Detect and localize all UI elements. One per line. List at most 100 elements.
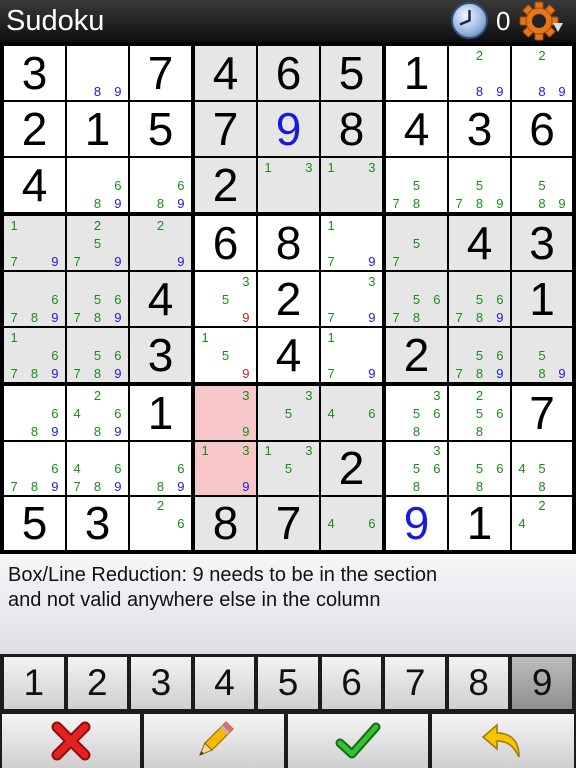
- sudoku-cell[interactable]: 8: [195, 497, 256, 550]
- sudoku-cell[interactable]: 6 789: [4, 442, 65, 495]
- sudoku-cell[interactable]: 1 7 9: [321, 328, 382, 382]
- sudoku-cell[interactable]: 29: [130, 216, 191, 270]
- sudoku-cell[interactable]: 2 568: [449, 386, 510, 440]
- sudoku-cell[interactable]: 4: [195, 46, 256, 100]
- sudoku-cell[interactable]: 2: [4, 102, 65, 156]
- clock-icon[interactable]: [451, 2, 488, 39]
- sudoku-cell[interactable]: 3: [512, 216, 572, 270]
- sudoku-cell[interactable]: 578: [386, 158, 447, 212]
- number-key-4[interactable]: 4: [194, 657, 255, 709]
- sudoku-cell[interactable]: 3: [130, 328, 191, 382]
- sudoku-cell[interactable]: 3: [67, 497, 128, 550]
- number-key-3[interactable]: 3: [131, 657, 191, 709]
- number-key-7[interactable]: 7: [385, 657, 445, 709]
- sudoku-cell[interactable]: 1 6 789: [4, 328, 65, 382]
- sudoku-cell[interactable]: 57: [386, 216, 447, 270]
- sudoku-cell[interactable]: 1 7 9: [321, 216, 382, 270]
- gear-icon[interactable]: [519, 1, 565, 41]
- sudoku-cell[interactable]: 13: [258, 158, 319, 212]
- sudoku-cell[interactable]: 5: [321, 46, 382, 100]
- pencil-button[interactable]: [144, 714, 284, 768]
- sudoku-cell[interactable]: 2: [321, 442, 382, 495]
- sudoku-cell[interactable]: 8: [258, 216, 319, 270]
- sudoku-cell[interactable]: 3 7 9: [321, 272, 382, 326]
- sudoku-cell[interactable]: 56 789: [67, 328, 128, 382]
- sudoku-cell[interactable]: 9: [258, 102, 319, 156]
- sudoku-cell[interactable]: 89: [67, 46, 128, 100]
- sudoku-cell[interactable]: 46: [321, 497, 382, 550]
- sudoku-cell[interactable]: 1 35: [258, 442, 319, 495]
- sudoku-cell[interactable]: 3: [449, 102, 510, 156]
- sudoku-cell[interactable]: 24: [512, 497, 572, 550]
- sudoku-cell[interactable]: 56 789: [67, 272, 128, 326]
- confirm-button[interactable]: [288, 714, 428, 768]
- number-key-8[interactable]: 8: [448, 657, 509, 709]
- sudoku-cell[interactable]: 3: [4, 46, 65, 100]
- sudoku-cell[interactable]: 4 6 789: [67, 442, 128, 495]
- sudoku-cell[interactable]: 7: [258, 497, 319, 550]
- number-key-9[interactable]: 9: [512, 657, 572, 709]
- sudoku-cell[interactable]: 568: [449, 442, 510, 495]
- sudoku-cell[interactable]: 5: [4, 497, 65, 550]
- sudoku-cell[interactable]: 1: [512, 272, 572, 326]
- sudoku-cell[interactable]: 5789: [449, 158, 510, 212]
- pencil-mark: 9: [242, 423, 250, 439]
- number-key-1[interactable]: 1: [4, 657, 64, 709]
- sudoku-cell[interactable]: 2 89: [449, 46, 510, 100]
- sudoku-cell[interactable]: 4: [130, 272, 191, 326]
- sudoku-cell[interactable]: 1: [67, 102, 128, 156]
- sudoku-cell[interactable]: 24 689: [67, 386, 128, 440]
- sudoku-cell[interactable]: 1 3 9: [195, 442, 256, 495]
- sudoku-cell[interactable]: 7: [195, 102, 256, 156]
- sudoku-cell[interactable]: 5 89: [512, 158, 572, 212]
- given-digit: 8: [275, 217, 302, 269]
- sudoku-cell[interactable]: 1: [130, 386, 191, 440]
- sudoku-cell[interactable]: 3568: [386, 386, 447, 440]
- sudoku-cell[interactable]: 45 8: [512, 442, 572, 495]
- sudoku-cell[interactable]: 2 57 9: [67, 216, 128, 270]
- sudoku-cell[interactable]: 8: [321, 102, 382, 156]
- sudoku-cell[interactable]: 6 789: [4, 272, 65, 326]
- sudoku-cell[interactable]: 1: [449, 497, 510, 550]
- sudoku-cell[interactable]: 6: [258, 46, 319, 100]
- sudoku-cell[interactable]: 6: [512, 102, 572, 156]
- sudoku-cell[interactable]: 2 89: [512, 46, 572, 100]
- sudoku-cell[interactable]: 7: [130, 46, 191, 100]
- sudoku-cell[interactable]: 1 7 9: [4, 216, 65, 270]
- delete-button[interactable]: [2, 714, 140, 768]
- sudoku-cell[interactable]: 4: [386, 102, 447, 156]
- sudoku-cell[interactable]: 26: [130, 497, 191, 550]
- sudoku-cell[interactable]: 35: [258, 386, 319, 440]
- sudoku-cell[interactable]: 56 789: [449, 272, 510, 326]
- sudoku-cell[interactable]: 4: [449, 216, 510, 270]
- sudoku-cell[interactable]: 6: [195, 216, 256, 270]
- sudoku-cell[interactable]: 39: [195, 386, 256, 440]
- sudoku-cell[interactable]: 4: [258, 328, 319, 382]
- sudoku-cell[interactable]: 2: [386, 328, 447, 382]
- sudoku-cell[interactable]: 3568: [386, 442, 447, 495]
- sudoku-cell[interactable]: 56 78: [386, 272, 447, 326]
- sudoku-cell[interactable]: 689: [130, 442, 191, 495]
- number-key-2[interactable]: 2: [67, 657, 128, 709]
- sudoku-cell[interactable]: 159: [195, 328, 256, 382]
- sudoku-cell[interactable]: 689: [130, 158, 191, 212]
- sudoku-cell[interactable]: 2: [258, 272, 319, 326]
- pencil-mark: 2: [475, 387, 484, 403]
- sudoku-cell[interactable]: 13: [321, 158, 382, 212]
- sudoku-cell[interactable]: 7: [512, 386, 572, 440]
- sudoku-cell[interactable]: 9: [386, 497, 447, 550]
- sudoku-cell[interactable]: 46: [321, 386, 382, 440]
- sudoku-cell[interactable]: 2: [195, 158, 256, 212]
- pencil-mark: 4: [518, 516, 526, 531]
- undo-button[interactable]: [432, 714, 574, 768]
- sudoku-cell[interactable]: 5 89: [512, 328, 572, 382]
- sudoku-cell[interactable]: 5: [130, 102, 191, 156]
- sudoku-cell[interactable]: 689: [4, 386, 65, 440]
- sudoku-cell[interactable]: 1: [386, 46, 447, 100]
- sudoku-cell[interactable]: 359: [195, 272, 256, 326]
- sudoku-cell[interactable]: 4: [4, 158, 65, 212]
- sudoku-cell[interactable]: 56 789: [449, 328, 510, 382]
- number-key-6[interactable]: 6: [321, 657, 382, 709]
- sudoku-cell[interactable]: 689: [67, 158, 128, 212]
- number-key-5[interactable]: 5: [258, 657, 318, 709]
